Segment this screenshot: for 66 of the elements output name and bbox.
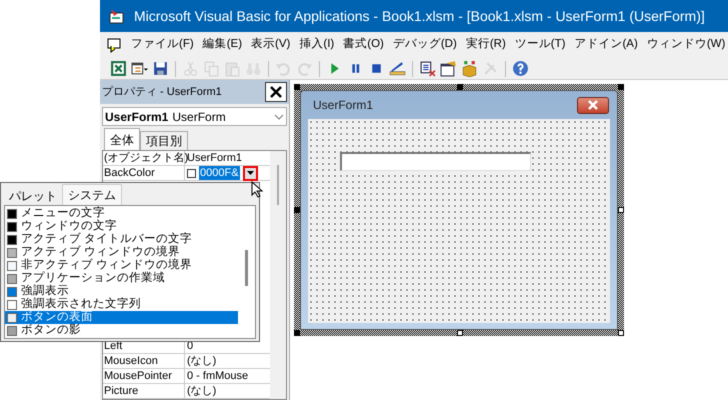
color-option[interactable]: 強調表示 (5, 285, 238, 298)
help-icon[interactable] (512, 60, 529, 77)
menu-item[interactable]: 編集(E) (202, 36, 242, 54)
form-icon[interactable] (131, 60, 148, 77)
mouse-cursor-icon (251, 181, 264, 198)
resize-handle[interactable] (294, 84, 300, 90)
property-name: MousePointer (103, 369, 185, 383)
menu-item[interactable]: 挿入(I) (299, 36, 334, 54)
tab[interactable]: 全体 (104, 128, 140, 150)
menu-item[interactable]: 表示(V) (251, 36, 290, 54)
close-button[interactable] (577, 96, 609, 114)
tab[interactable]: 項目別 (140, 131, 188, 150)
resize-handle[interactable] (618, 207, 624, 213)
panel-title: プロパティ - UserForm1 (102, 84, 222, 100)
color-option[interactable]: ボタンの影 (5, 324, 238, 337)
property-name: Picture (103, 384, 185, 398)
property-name: BackColor (103, 166, 185, 180)
menu-item[interactable]: アドイン(A) (574, 36, 638, 54)
color-option[interactable]: ボタンの表面 (5, 311, 238, 324)
property-value[interactable]: UserForm1 (187, 151, 242, 165)
form-selection-frame[interactable]: UserForm1 (294, 84, 624, 336)
resize-handle[interactable] (618, 84, 624, 90)
menu-item[interactable]: デバッグ(D) (392, 36, 457, 54)
window-title: Microsoft Visual Basic for Applications - Book1.xlsm - [Book1.xlsm - UserForm1 (UserForm)] (134, 6, 705, 26)
color-option[interactable]: ウィンドウの文字 (5, 220, 238, 233)
tab[interactable]: システム (62, 184, 122, 205)
app-icon (108, 7, 126, 25)
resize-handle[interactable] (457, 330, 463, 336)
text-box[interactable] (340, 152, 531, 171)
color-option[interactable]: アプリケーションの作業域 (5, 272, 238, 285)
property-value: 0 - fmMouse (187, 369, 248, 383)
scrollbar[interactable] (270, 151, 286, 399)
menu-item[interactable]: 書式(O) (343, 36, 384, 54)
property-name: MouseIcon (103, 354, 185, 368)
resize-handle[interactable] (294, 330, 300, 336)
color-option[interactable]: 非アクティブ ウィンドウの境界 (5, 259, 238, 272)
property-value: (なし) (187, 384, 216, 398)
properties-icon[interactable] (440, 60, 457, 77)
close-icon (587, 100, 599, 110)
chevron-icon (274, 114, 284, 120)
close-icon (269, 85, 283, 99)
box-icon[interactable] (461, 60, 478, 77)
color-option[interactable]: 強調表示された文字列 (5, 298, 238, 311)
menu-item[interactable]: ファイル(F) (131, 36, 194, 54)
form-title: UserForm1 (313, 97, 374, 114)
form-icon[interactable] (106, 37, 122, 53)
save-icon[interactable] (152, 60, 169, 77)
object-dropdown[interactable]: UserForm1 UserForm (102, 107, 287, 126)
color-option[interactable]: メニューの文字 (5, 207, 238, 220)
resize-handle[interactable] (618, 330, 624, 336)
caret-icon (246, 171, 254, 175)
menu-item[interactable]: 実行(R) (466, 36, 506, 54)
property-value[interactable]: 0000F& (199, 166, 240, 180)
color-option[interactable]: アクティブ ウィンドウの境界 (5, 246, 238, 259)
close-button[interactable] (265, 82, 287, 102)
excel-icon[interactable] (110, 60, 127, 77)
ruler-icon[interactable] (389, 60, 406, 77)
color-swatch (187, 168, 196, 178)
property-value: (なし) (187, 354, 216, 368)
menu-item[interactable]: ウィンドウ(W) (646, 36, 726, 54)
dropdown-button[interactable] (242, 166, 258, 180)
menu-item[interactable]: ツール(T) (514, 36, 566, 54)
resize-handle[interactable] (294, 207, 300, 213)
resize-handle[interactable] (457, 84, 463, 90)
color-option[interactable]: アクティブ タイトルバーの文字 (5, 233, 238, 246)
project-icon[interactable] (419, 60, 436, 77)
